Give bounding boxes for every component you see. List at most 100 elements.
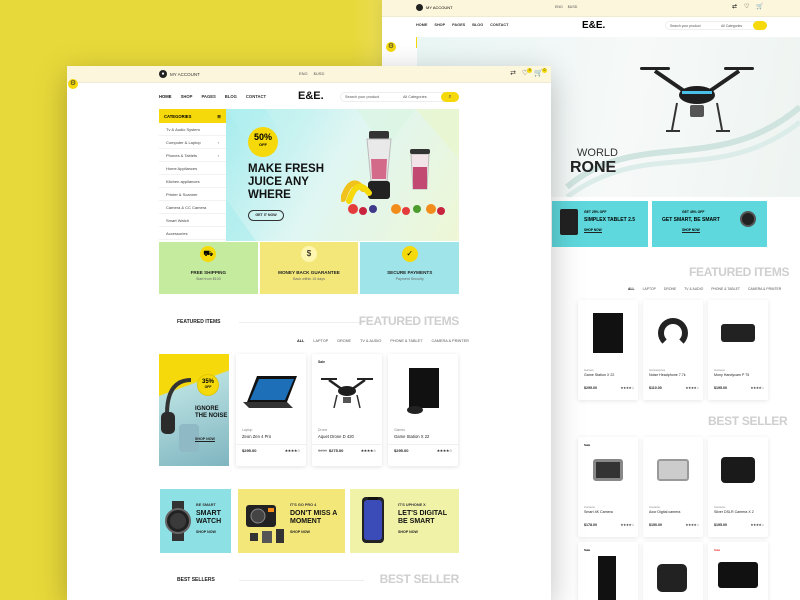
product-card-drone[interactable]: Sale Drone Aquet Drone D 420 $450 $275.00… <box>312 354 382 466</box>
back-nav-shop[interactable]: SHOP <box>434 23 445 27</box>
currency-label: $USD <box>313 71 325 76</box>
back-product-card[interactable]: Sale Camera Smart 4K Camera $178.00 ★★★★… <box>578 437 638 537</box>
product-rating: ★★★★☆ <box>360 448 377 453</box>
banner-smart-watch[interactable]: BE SMART SMART WATCH SHOP NOW <box>160 489 231 553</box>
product-name[interactable]: Game Station X 22 <box>394 434 429 439</box>
back-shuffle-icon[interactable]: ⇄ <box>732 3 737 10</box>
sidebar-item-printer[interactable]: Printer & Scanner <box>159 188 226 201</box>
categories-header[interactable]: CATEGORIES ☰ <box>159 109 226 123</box>
banner-uphone-x[interactable]: IT'S UPHONE X LET'S DIGITAL BE SMART SHO… <box>350 489 459 553</box>
sidebar-item-smart-watch[interactable]: Smart Watch <box>159 214 226 227</box>
search-category-select[interactable]: All Categories <box>403 95 427 99</box>
back-product-name[interactable]: Axor Digital camera <box>649 510 680 514</box>
back-nav-pages[interactable]: PAGES <box>452 23 465 27</box>
back-banner-watch[interactable]: GET 45% OFF GET SMART, BE SMART SHOP NOW <box>652 201 767 247</box>
back-product-card[interactable]: Accessories Noise Headphone 7.7k $110.00… <box>643 300 703 400</box>
compare-shuffle-icon[interactable]: ⇄ <box>510 69 516 77</box>
back-account[interactable]: MY ACCOUNT <box>416 4 453 11</box>
sidebar-item-phones[interactable]: Phones & Tablets › <box>159 149 226 162</box>
product-card-console[interactable]: Games Game Station X 22 $295.00 ★★★★☆ <box>388 354 458 466</box>
back-product-card[interactable] <box>643 542 703 600</box>
back-nav-blog[interactable]: BLOG <box>472 23 483 27</box>
back-tab-tv-audio[interactable]: TV & AUDIO <box>684 287 703 291</box>
back-banner1-shop[interactable]: SHOP NOW <box>584 228 602 233</box>
cart-icon[interactable]: 🛒 0 <box>534 68 547 77</box>
banner-shop-now-link[interactable]: SHOP NOW <box>196 530 216 534</box>
promo-shop-now-link[interactable]: SHOP NOW <box>195 437 215 442</box>
back-banner2-shop[interactable]: SHOP NOW <box>682 228 700 233</box>
back-product-rating: ★★★★☆ <box>750 386 764 390</box>
sidebar-item-tv-audio[interactable]: Tv & Audio System <box>159 123 226 136</box>
back-logo[interactable]: E&E. <box>582 20 605 31</box>
back-search-category[interactable]: All Categories <box>721 24 742 28</box>
back-product-card[interactable]: Camera Silver DSLR Camera X 2 $195.00 ★★… <box>708 437 768 537</box>
banner-go-pro[interactable]: IT'S GO PRO 4 DON'T MISS A MOMENT SHOP N… <box>238 489 345 553</box>
back-cart-icon[interactable]: 🛒 <box>756 3 763 10</box>
banner-top-text: BE SMART <box>196 503 216 507</box>
back-lang[interactable]: ENG $USD <box>555 5 577 9</box>
back-product-card[interactable]: Games Game Station X 22 $295.00 ★★★★☆ <box>578 300 638 400</box>
tab-laptop[interactable]: LAPTOP <box>313 339 328 343</box>
back-tab-all[interactable]: ALL <box>628 287 635 291</box>
back-product-name[interactable]: Game Station X 22 <box>584 373 614 377</box>
back-product-card[interactable]: Sale <box>578 542 638 600</box>
back-tab-phone-tablet[interactable]: PHONE & TABLET <box>711 287 740 291</box>
get-it-now-button[interactable]: GET IT NOW <box>248 210 284 221</box>
back-product-image-vr <box>657 564 687 592</box>
back-product-name[interactable]: Silver DSLR Camera X 2 <box>714 510 754 514</box>
site-logo[interactable]: E&E. <box>298 90 324 102</box>
back-heart-icon[interactable]: ♡ <box>744 3 749 10</box>
product-card-laptop[interactable]: Laptop Zeon Zen 4 Pro $295.00 ★★★★☆ <box>236 354 306 466</box>
sidebar-item-camera[interactable]: Camera & CC Camera <box>159 201 226 214</box>
search-button[interactable]: ⌕ <box>441 92 459 102</box>
back-banner-tablet[interactable]: GET 25% OFF SIMPLEX TABLET 2.5 SHOP NOW <box>552 201 648 247</box>
back-product-name[interactable]: Smart 4K Camera <box>584 510 613 514</box>
back-tab-camera-printer[interactable]: CAMERA & PRINTER <box>748 287 781 291</box>
product-name[interactable]: Aquet Drone D 420 <box>318 434 354 439</box>
sidebar-item-accessories[interactable]: Accessories <box>159 227 226 240</box>
back-product-name[interactable]: Noise Headphone 7.7k <box>649 373 686 377</box>
product-name[interactable]: Zeon Zen 4 Pro <box>242 434 271 439</box>
promo-headphones-banner[interactable]: 35% OFF IGNORE THE NOISE SHOP NOW <box>159 354 229 466</box>
nav-blog[interactable]: BLOG <box>225 94 237 99</box>
my-account-link[interactable]: ● MY ACCOUNT <box>159 70 200 78</box>
back-nav-home[interactable]: HOME <box>416 23 427 27</box>
banner-shop-now-link[interactable]: SHOP NOW <box>290 530 310 534</box>
back-product-card[interactable]: Camera Mony Handycam P 75 $195.00 ★★★★☆ <box>708 300 768 400</box>
sidebar-item-label: Phones & Tablets <box>166 152 198 158</box>
nav-home[interactable]: HOME <box>159 94 172 99</box>
language-currency[interactable]: ENG $USD <box>299 71 324 76</box>
tab-all[interactable]: ALL <box>297 339 304 343</box>
back-tab-laptop[interactable]: LAPTOP <box>643 287 656 291</box>
banner-shop-now-link[interactable]: SHOP NOW <box>398 530 418 534</box>
nav-contact[interactable]: CONTACT <box>246 94 266 99</box>
feature-subtitle: Start from $100 <box>195 277 221 281</box>
tab-tv-audio[interactable]: TV & AUDIO <box>360 339 381 343</box>
back-product-category: Camera <box>584 505 595 509</box>
truck-icon: ⛟ <box>200 246 217 262</box>
back-product-image-tower <box>598 556 616 600</box>
sidebar-item-computer[interactable]: Computer & Laptop › <box>159 136 226 149</box>
sidebar-item-home-appliances[interactable]: Home Appliances <box>159 162 226 175</box>
nav-pages[interactable]: PAGES <box>201 94 215 99</box>
wishlist-heart-icon[interactable]: ♡ 0 <box>522 68 533 77</box>
tab-drone[interactable]: DRONE <box>337 339 351 343</box>
sidebar-item-kitchen[interactable]: Kitchen appliances <box>159 175 226 188</box>
back-search-input[interactable]: Search your product All Categories <box>665 21 767 30</box>
back-settings-gear-icon[interactable]: ⚙ <box>386 42 396 52</box>
feature-free-shipping: ⛟ FREE SHIPPING Start from $100 <box>159 242 258 294</box>
back-tab-drone[interactable]: DRONE <box>664 287 676 291</box>
back-product-card[interactable]: Sale <box>708 542 768 600</box>
nav-shop[interactable]: SHOP <box>181 94 193 99</box>
settings-gear-icon[interactable]: ⚙ <box>68 79 78 89</box>
back-product-card[interactable]: Camera Axor Digital camera $150.00 ★★★★☆ <box>643 437 703 537</box>
back-search-button[interactable] <box>753 21 767 30</box>
categories-title: CATEGORIES <box>164 113 192 119</box>
chevron-right-icon: › <box>217 139 219 145</box>
tab-camera-printer[interactable]: CAMERA & PRINTER <box>432 339 469 343</box>
search-input[interactable]: Search your product All Categories ⌕ <box>340 92 459 102</box>
tab-phone-tablet[interactable]: PHONE & TABLET <box>390 339 422 343</box>
back-nav-contact[interactable]: CONTACT <box>490 23 508 27</box>
back-product-name[interactable]: Mony Handycam P 75 <box>714 373 749 377</box>
user-icon: ● <box>159 70 167 78</box>
